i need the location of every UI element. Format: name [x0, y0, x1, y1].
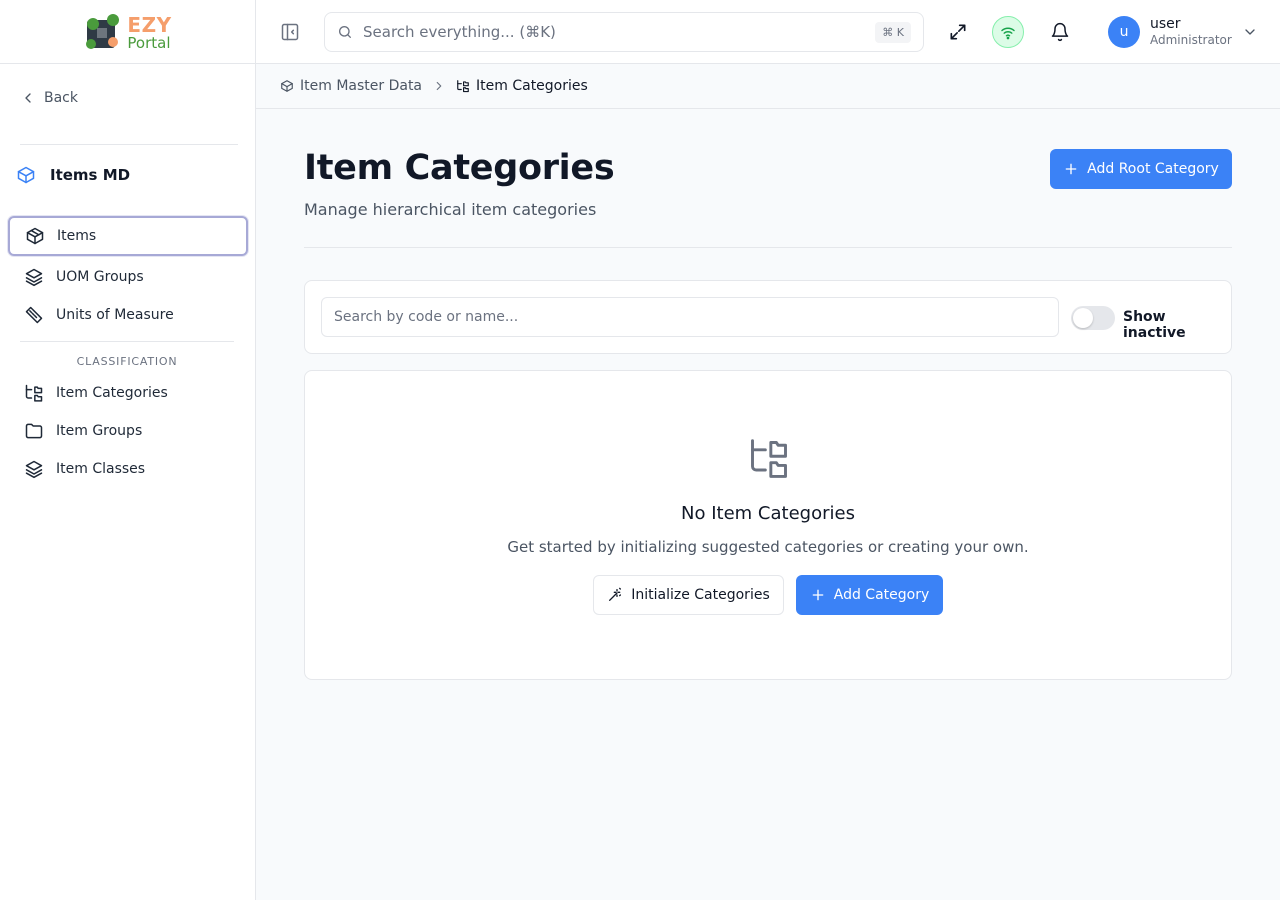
add-category-button[interactable]: Add Category: [796, 575, 943, 615]
chevron-down-icon: [1245, 29, 1255, 35]
breadcrumb: Item Master Data Item Categories: [256, 64, 1280, 109]
sidebar-item-uom-groups[interactable]: UOM Groups: [8, 257, 248, 297]
show-inactive-label: Show inactive: [1123, 309, 1186, 341]
main-divider: [304, 247, 1232, 248]
initialize-categories-label: Initialize Categories: [631, 587, 770, 603]
empty-state-description: Get started by initializing suggested ca…: [507, 538, 1029, 556]
chevron-left-icon: [25, 93, 31, 103]
empty-state-title: No Item Categories: [681, 503, 855, 524]
top-header: ⌘ K u user Administrator: [256, 0, 1280, 64]
chevron-right-icon: [436, 81, 442, 91]
folder-tree-icon: [751, 439, 787, 478]
sidebar-item-label: Item Groups: [56, 423, 143, 439]
layers-icon: [25, 460, 43, 479]
bell-icon: [1051, 22, 1069, 42]
package-icon: [26, 227, 44, 245]
user-menu[interactable]: u user Administrator: [1108, 16, 1258, 48]
sidebar-item-label: Item Classes: [56, 461, 146, 477]
wifi-icon: [1001, 27, 1015, 40]
back-link[interactable]: Back: [20, 90, 78, 106]
sidebar-item-label: Items: [57, 228, 97, 244]
maximize-icon: [950, 24, 966, 40]
back-label: Back: [44, 90, 78, 106]
layers-icon: [25, 268, 43, 287]
sidebar-item-item-groups[interactable]: Item Groups: [8, 411, 248, 451]
sidebar-item-item-classes[interactable]: Item Classes: [8, 449, 248, 489]
filter-card: Show inactive: [304, 280, 1232, 354]
sidebar-item-label: Item Categories: [56, 385, 168, 401]
sidebar-item-units-of-measure[interactable]: Units of Measure: [8, 295, 248, 335]
empty-state-card: No Item Categories Get started by initia…: [304, 370, 1232, 680]
panel-left-close-icon: [281, 23, 299, 41]
user-name: user: [1150, 16, 1181, 33]
global-search-input[interactable]: [363, 23, 876, 41]
search-shortcut-badge: ⌘ K: [875, 21, 911, 43]
initialize-categories-button[interactable]: Initialize Categories: [593, 575, 784, 615]
folder-icon: [25, 423, 43, 439]
add-root-category-label: Add Root Category: [1087, 161, 1219, 177]
global-search[interactable]: ⌘ K: [324, 12, 924, 52]
notifications-button[interactable]: [1050, 22, 1070, 42]
breadcrumb-item-categories: Item Categories: [456, 78, 588, 94]
package-icon: [17, 166, 35, 184]
breadcrumb-item-master-data[interactable]: Item Master Data: [280, 78, 422, 94]
nav-section-label: CLASSIFICATION: [76, 355, 178, 368]
toggle-knob: [1073, 308, 1093, 328]
add-root-category-button[interactable]: Add Root Category: [1050, 149, 1232, 189]
page-subtitle: Manage hierarchical item categories: [304, 200, 597, 219]
category-search-input[interactable]: [321, 297, 1059, 337]
logo-sub: Portal: [127, 33, 171, 52]
sidebar: EZY Portal Back Items MD Items UOM Group…: [0, 0, 256, 900]
breadcrumb-label: Item Master Data: [300, 78, 423, 94]
package-icon: [281, 80, 293, 92]
sidebar-toggle-button[interactable]: [280, 22, 300, 42]
page-title: Item Categories: [304, 148, 615, 188]
sidebar-divider: [20, 341, 234, 342]
plus-icon: [812, 589, 824, 601]
sidebar-item-item-categories[interactable]: Item Categories: [8, 373, 248, 413]
sidebar-item-items[interactable]: Items: [8, 216, 248, 256]
plus-icon: [1065, 163, 1077, 175]
folder-tree-icon: [457, 80, 469, 93]
logo[interactable]: EZY Portal: [0, 0, 255, 64]
show-inactive-toggle[interactable]: [1071, 306, 1115, 330]
sidebar-divider: [20, 144, 238, 145]
folder-tree-icon: [25, 384, 43, 402]
add-category-label: Add Category: [833, 587, 930, 603]
sidebar-item-label: UOM Groups: [56, 269, 144, 285]
logo-brand: EZY: [127, 12, 172, 37]
sidebar-item-label: Units of Measure: [56, 307, 174, 323]
breadcrumb-label: Item Categories: [476, 78, 588, 94]
module-header: Items MD: [16, 165, 130, 185]
connection-status-button[interactable]: [992, 16, 1024, 48]
wand-icon: [609, 587, 622, 601]
fullscreen-button[interactable]: [948, 22, 968, 42]
ruler-icon: [25, 306, 43, 324]
avatar: u: [1108, 16, 1140, 48]
ezy-logo-icon: [86, 13, 120, 49]
search-icon: [339, 26, 351, 38]
module-title: Items MD: [50, 166, 131, 184]
user-role: Administrator: [1150, 33, 1232, 48]
